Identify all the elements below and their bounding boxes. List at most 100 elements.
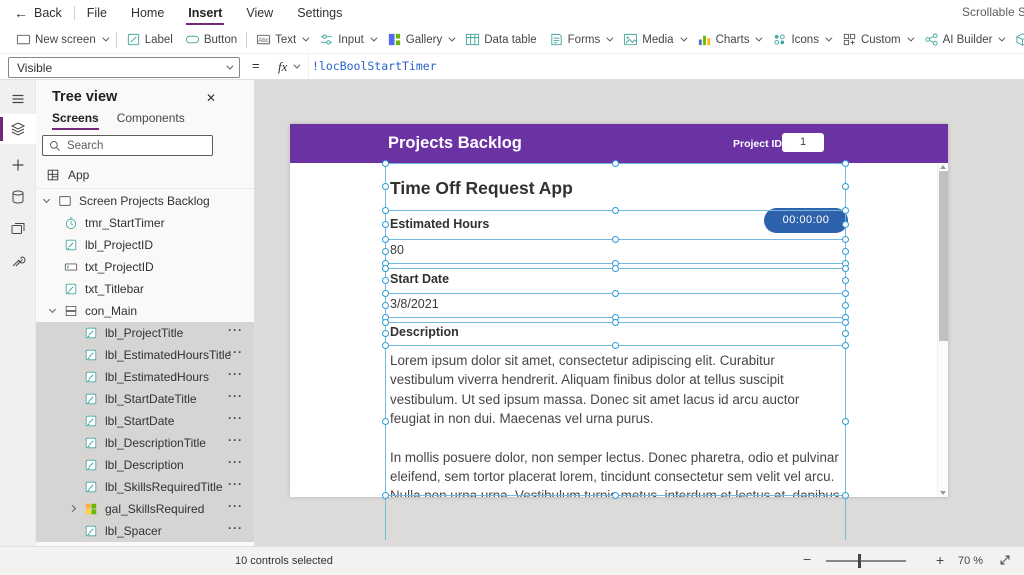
more-options-icon[interactable]: ···: [228, 521, 243, 535]
ribbon-item-custom[interactable]: Custom: [836, 28, 918, 52]
rail-insert-plus[interactable]: [0, 150, 36, 180]
menu-item-insert[interactable]: Insert: [176, 2, 234, 25]
selection-handle[interactable]: [612, 492, 619, 499]
tree-item-lbl_EstimatedHoursTitle[interactable]: lbl_EstimatedHoursTitle ···: [36, 344, 254, 366]
estimated-hours-value-label[interactable]: 80: [390, 243, 404, 257]
menu-item-file[interactable]: File: [75, 2, 119, 24]
ribbon-item-button[interactable]: Button: [179, 28, 243, 52]
zoom-slider-handle[interactable]: [858, 554, 861, 568]
scroll-down-icon[interactable]: [940, 491, 946, 495]
scroll-up-icon[interactable]: [940, 165, 946, 169]
tree-item-lbl_ProjectTitle[interactable]: lbl_ProjectTitle ···: [36, 322, 254, 344]
app-title-label[interactable]: Time Off Request App: [390, 178, 573, 199]
rail-hamburger-menu[interactable]: [0, 84, 36, 114]
selection-handle[interactable]: [382, 207, 389, 214]
tree-item-app[interactable]: App: [36, 164, 254, 186]
estimated-hours-title-label[interactable]: Estimated Hours: [390, 217, 489, 231]
scrollbar-thumb[interactable]: [939, 171, 948, 341]
tree-item-con_Main[interactable]: con_Main: [36, 300, 254, 322]
close-icon[interactable]: ✕: [200, 87, 222, 109]
selection-handle[interactable]: [382, 342, 389, 349]
project-id-label[interactable]: Project ID: [733, 138, 782, 150]
selection-handle[interactable]: [842, 418, 849, 425]
ribbon-item-table[interactable]: Data table: [459, 28, 542, 52]
tree-item-tmr_StartTimer[interactable]: tmr_StartTimer: [36, 212, 254, 234]
chevron-down-icon[interactable]: [48, 305, 60, 316]
selection-handle[interactable]: [382, 221, 389, 228]
selection-handle[interactable]: [842, 160, 849, 167]
rail-advanced-tools[interactable]: [0, 246, 36, 276]
project-id-input[interactable]: 1: [782, 133, 824, 152]
more-options-icon[interactable]: ···: [228, 433, 243, 447]
tree-item-screen[interactable]: Screen Projects Backlog: [36, 190, 254, 212]
tree-item-txt_Titlebar[interactable]: txt_Titlebar: [36, 278, 254, 300]
ribbon-item-text[interactable]: Abc Text: [250, 28, 313, 52]
selection-handle[interactable]: [612, 290, 619, 297]
rail-data-sources[interactable]: [0, 182, 36, 212]
selection-handle[interactable]: [842, 265, 849, 272]
tree-item-gal_SkillsRequired[interactable]: gal_SkillsRequired ···: [36, 498, 254, 520]
tab-screens[interactable]: Screens: [52, 111, 99, 130]
tree-item-lbl_DescriptionTitle[interactable]: lbl_DescriptionTitle ···: [36, 432, 254, 454]
selection-handle[interactable]: [842, 183, 849, 190]
more-options-icon[interactable]: ···: [228, 411, 243, 425]
selection-handle[interactable]: [382, 302, 389, 309]
ribbon-item-ai[interactable]: AI Builder: [918, 28, 1010, 52]
selection-handle[interactable]: [842, 207, 849, 214]
ribbon-item-mr[interactable]: Mixed Reality: [1009, 28, 1024, 52]
menu-item-settings[interactable]: Settings: [285, 2, 354, 24]
selection-handle[interactable]: [382, 492, 389, 499]
selection-handle[interactable]: [612, 265, 619, 272]
tree-item-lbl_ProjectID[interactable]: lbl_ProjectID: [36, 234, 254, 256]
selection-handle[interactable]: [842, 492, 849, 499]
selection-handle[interactable]: [382, 330, 389, 337]
selection-handle[interactable]: [842, 277, 849, 284]
ribbon-item-forms[interactable]: Forms: [543, 28, 618, 52]
selection-handle[interactable]: [842, 290, 849, 297]
tree-item-lbl_StartDateTitle[interactable]: lbl_StartDateTitle ···: [36, 388, 254, 410]
ribbon-item-icons[interactable]: Icons: [766, 28, 836, 52]
screen-titlebar[interactable]: Projects Backlog Project ID 1: [290, 124, 948, 163]
tree-item-lbl_StartDate[interactable]: lbl_StartDate ···: [36, 410, 254, 432]
zoom-slider-track[interactable]: [826, 560, 906, 562]
selection-handle[interactable]: [382, 265, 389, 272]
selection-handle[interactable]: [842, 330, 849, 337]
timer-control[interactable]: 00:00:00: [764, 208, 848, 233]
selection-handle[interactable]: [382, 236, 389, 243]
screen-title-label[interactable]: Projects Backlog: [388, 134, 522, 153]
description-text-label[interactable]: Lorem ipsum dolor sit amet, consectetur …: [390, 351, 842, 497]
selection-handle[interactable]: [842, 302, 849, 309]
formula-input[interactable]: !locBoolStartTimer: [312, 59, 437, 73]
ribbon-item-gallery[interactable]: Gallery: [381, 28, 459, 52]
tree-item-lbl_Description[interactable]: lbl_Description ···: [36, 454, 254, 476]
more-options-icon[interactable]: ···: [228, 389, 243, 403]
tree-item-lbl_Spacer[interactable]: lbl_Spacer ···: [36, 520, 254, 542]
selection-handle[interactable]: [612, 236, 619, 243]
selection-handle[interactable]: [842, 221, 849, 228]
tree-item-lbl_EstimatedHours[interactable]: lbl_EstimatedHours ···: [36, 366, 254, 388]
menu-item-home[interactable]: Home: [119, 2, 176, 24]
ribbon-item-new-screen[interactable]: New screen: [10, 28, 113, 52]
tree-item-lbl_SkillsRequiredTitle[interactable]: lbl_SkillsRequiredTitle ···: [36, 476, 254, 498]
more-options-icon[interactable]: ···: [228, 499, 243, 513]
selection-handle[interactable]: [612, 342, 619, 349]
start-date-value-label[interactable]: 3/8/2021: [390, 297, 439, 311]
selection-handle[interactable]: [382, 248, 389, 255]
tree-item-txt_ProjectID[interactable]: txt_ProjectID: [36, 256, 254, 278]
rail-media[interactable]: [0, 214, 36, 244]
start-date-title-label[interactable]: Start Date: [390, 272, 449, 286]
selection-handle[interactable]: [382, 319, 389, 326]
selection-handle[interactable]: [612, 207, 619, 214]
ribbon-item-media[interactable]: Media: [617, 28, 690, 52]
ribbon-item-charts[interactable]: Charts: [691, 28, 767, 52]
more-options-icon[interactable]: ···: [228, 323, 243, 337]
selection-handle[interactable]: [842, 319, 849, 326]
selection-handle[interactable]: [382, 160, 389, 167]
chevron-right-icon[interactable]: [68, 504, 80, 514]
selection-handle[interactable]: [612, 319, 619, 326]
back-button[interactable]: ← Back: [0, 5, 74, 21]
description-title-label[interactable]: Description: [390, 325, 459, 339]
zoom-out-button[interactable]: −: [803, 551, 811, 567]
tab-components[interactable]: Components: [117, 111, 185, 130]
selection-handle[interactable]: [842, 248, 849, 255]
